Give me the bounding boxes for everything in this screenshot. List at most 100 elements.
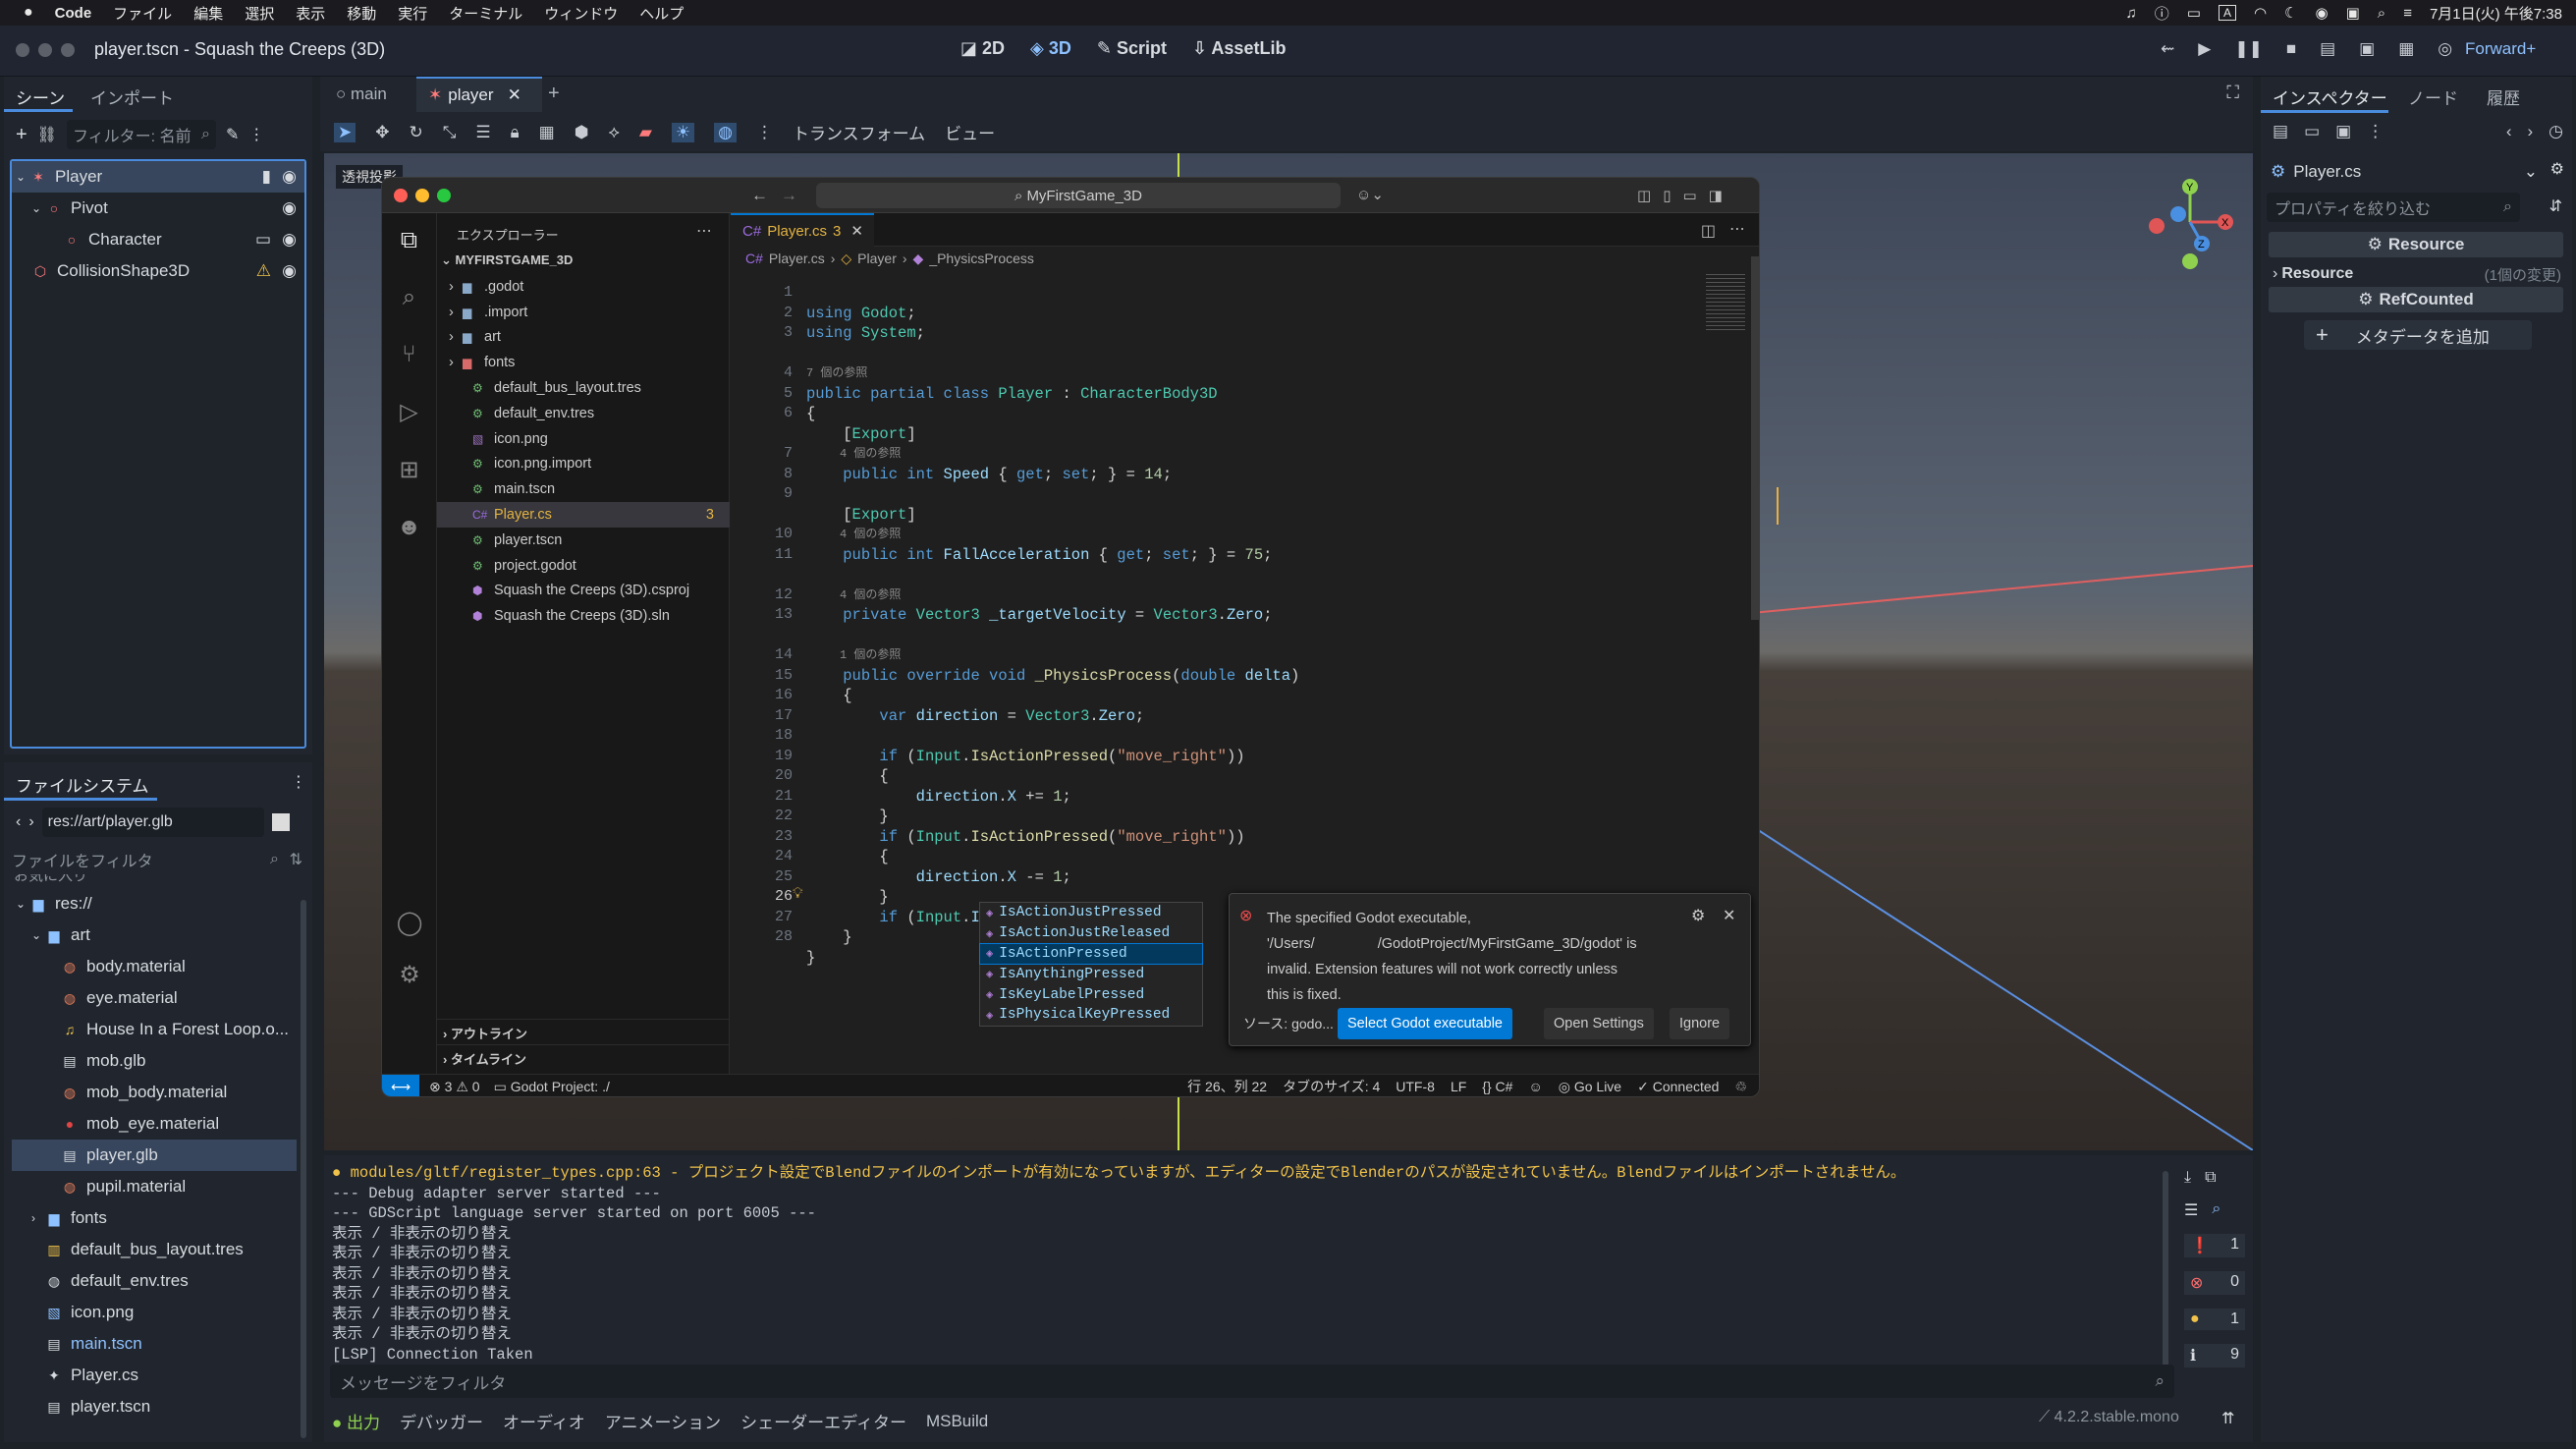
more-menu-icon[interactable]: ⋮ [291,772,306,792]
tree-node-collisionshape[interactable]: ⬡ CollisionShape3D ⚠ ◉ [12,255,304,287]
remote-deploy-icon[interactable]: ⇜ [2161,39,2174,59]
lock-icon[interactable]: 🔒︎ [511,123,520,142]
menu-run[interactable]: 実行 [398,3,427,24]
copy-icon[interactable]: ⧉ [2205,1169,2216,1187]
problems-indicator[interactable]: ⊗ 3 ⚠ 0 [429,1079,480,1095]
more-menu-icon[interactable]: ⋮ [756,123,773,142]
file-item[interactable]: › ▆ fonts [12,1202,297,1234]
view-menu[interactable]: ビュー [945,120,995,144]
language-mode[interactable]: {} C# [1482,1079,1512,1094]
add-metadata-button[interactable]: + メタデータを追加 [2304,320,2532,350]
play-custom-scene-button[interactable]: ▦ [2398,39,2414,59]
visibility-eye-icon[interactable]: ◉ [282,261,297,281]
scrollbar[interactable] [2163,1171,2168,1387]
more-menu-icon[interactable]: ⋮ [2367,122,2384,141]
object-settings-icon[interactable]: ⚙ [2550,159,2564,179]
minimize-window-button[interactable] [415,189,429,202]
project-folder-header[interactable]: ⌄ MYFIRSTGAME_3D [441,252,573,268]
ruler-icon[interactable]: ⬢ [575,123,589,142]
menu-terminal[interactable]: ターミナル [449,3,522,24]
zoom-window-button[interactable] [61,43,75,57]
focus-moon-icon[interactable]: ☾ [2284,4,2297,22]
autocomplete-item[interactable]: ◈ IsAnythingPressed [980,964,1202,984]
add-node-icon[interactable]: + [16,124,27,146]
back-icon[interactable]: ‹ [16,813,21,831]
file-item[interactable]: ▤ mob.glb [12,1045,297,1077]
wifi-icon[interactable]: ◠ [2254,4,2267,22]
autocomplete-item[interactable]: ◈ IsActionJustPressed [980,903,1202,923]
display-icon[interactable]: ▣ [2346,4,2360,22]
notifications-bell-icon[interactable]: ♲ [1734,1079,1747,1095]
cursor-position[interactable]: 行 26、列 22 [1187,1077,1267,1096]
menu-help[interactable]: ヘルプ [639,3,684,24]
toggle-secondary-sidebar-icon[interactable]: ◨ [1709,187,1723,204]
search-icon[interactable]: ⌕ [2378,5,2385,22]
explorer-file-item[interactable]: ⚙ main.tscn [437,476,730,502]
explorer-file-item[interactable]: ▧ icon.png [437,426,730,452]
attach-script-icon[interactable]: ✎ [226,125,239,144]
control-center-icon[interactable]: ≡ [2403,5,2412,22]
stop-button[interactable]: ■ [2286,39,2296,59]
warning-icon[interactable]: ⚠ [256,261,271,281]
explorer-file-item[interactable]: ⚙ player.tscn [437,528,730,553]
minimize-window-button[interactable] [38,43,52,57]
new-resource-icon[interactable]: ▤ [2273,122,2288,141]
renderer-select[interactable]: Forward+ [2465,39,2536,59]
file-item[interactable]: ▧ icon.png [12,1297,297,1328]
file-item[interactable]: ♫ House In a Forest Loop.o... [12,1014,297,1045]
explorer-icon[interactable]: ⧉ [401,227,417,254]
autocomplete-item[interactable]: ◈ IsPhysicalKeyPressed [980,1005,1202,1026]
list-select-icon[interactable]: ☰ [475,123,490,142]
go-live-button[interactable]: ◎ Go Live [1559,1079,1621,1095]
move-tool-icon[interactable]: ✥ [375,123,389,142]
close-window-button[interactable] [16,43,29,57]
history-icon[interactable]: ◷ [2549,122,2563,141]
collapse-arrow-icon[interactable]: ⌄ [31,201,45,215]
breadcrumb-method[interactable]: _PhysicsProcess [929,251,1034,267]
user-icon[interactable]: ◉ [2316,4,2329,22]
visibility-eye-icon[interactable]: ◉ [282,230,297,250]
property-filter-input[interactable]: プロパティを絞り込む ⌕ [2267,193,2520,222]
menu-selection[interactable]: 選択 [245,3,274,24]
autocomplete-item[interactable]: ◈ IsActionPressed [979,942,1203,966]
file-item[interactable]: ◍ mob_body.material [12,1077,297,1108]
file-item[interactable]: ▤ player.glb [12,1140,297,1171]
more-menu-icon[interactable]: ⋮ [248,125,264,144]
explorer-file-item[interactable]: › ▆ .import [437,300,730,325]
filesystem-filter-input[interactable]: ファイルをフィルタ ⌕ ⇅ [12,845,306,874]
file-item[interactable]: ◍ eye.material [12,982,297,1014]
minimap[interactable] [1706,274,1745,333]
filter-warnings-toggle[interactable]: ● 1 [2184,1309,2245,1330]
menu-file[interactable]: ファイル [113,3,172,24]
toggle-sidebar-icon[interactable]: ▯ [1663,187,1671,204]
forward-icon[interactable]: → [781,186,797,205]
close-tab-icon[interactable]: ✕ [850,222,863,240]
file-item[interactable]: ● mob_eye.material [12,1108,297,1140]
filter-options-icon[interactable]: ⇵ [2549,196,2562,216]
close-icon[interactable]: ✕ [1723,906,1735,925]
settings-gear-icon[interactable]: ⚙ [399,961,420,989]
accounts-icon[interactable]: ◯ [397,909,423,937]
script-icon[interactable]: ▮ [262,167,271,187]
extensions-icon[interactable]: ⊞ [399,456,418,484]
bone-icon[interactable]: ⟡ [609,123,620,142]
tab-scene[interactable]: シーン [16,84,65,109]
indentation[interactable]: タブのサイズ: 4 [1283,1077,1380,1096]
customize-layout-icon[interactable]: ◫ [1637,187,1651,204]
source-control-icon[interactable]: ⑂ [402,341,415,368]
file-item[interactable]: ⌄ ▆ art [12,920,297,951]
scale-tool-icon[interactable]: ⤡ [443,123,457,142]
explorer-file-item[interactable]: ⚙ icon.png.import [437,452,730,477]
back-icon[interactable]: ‹ [2506,122,2512,141]
toggle-panel-icon[interactable]: ▭ [1682,187,1696,204]
tree-node-character[interactable]: ○ Character ▭ ◉ [12,224,304,255]
play-scene-button[interactable]: ▣ [2359,39,2375,59]
tab-player[interactable]: ✶ player ✕ [416,77,542,112]
remote-indicator-icon[interactable]: ⟷ [382,1074,419,1096]
explorer-file-item[interactable]: ⬢ Squash the Creeps (3D).sln [437,603,730,629]
tree-node-player[interactable]: ⌄ ✶ Player ▮ ◉ [12,161,304,193]
outline-section[interactable]: › アウトライン [437,1019,730,1046]
add-tab-button[interactable]: + [548,83,560,105]
file-item[interactable]: ⌄ ▆ res:// [12,888,297,920]
forward-icon[interactable]: › [28,813,33,831]
